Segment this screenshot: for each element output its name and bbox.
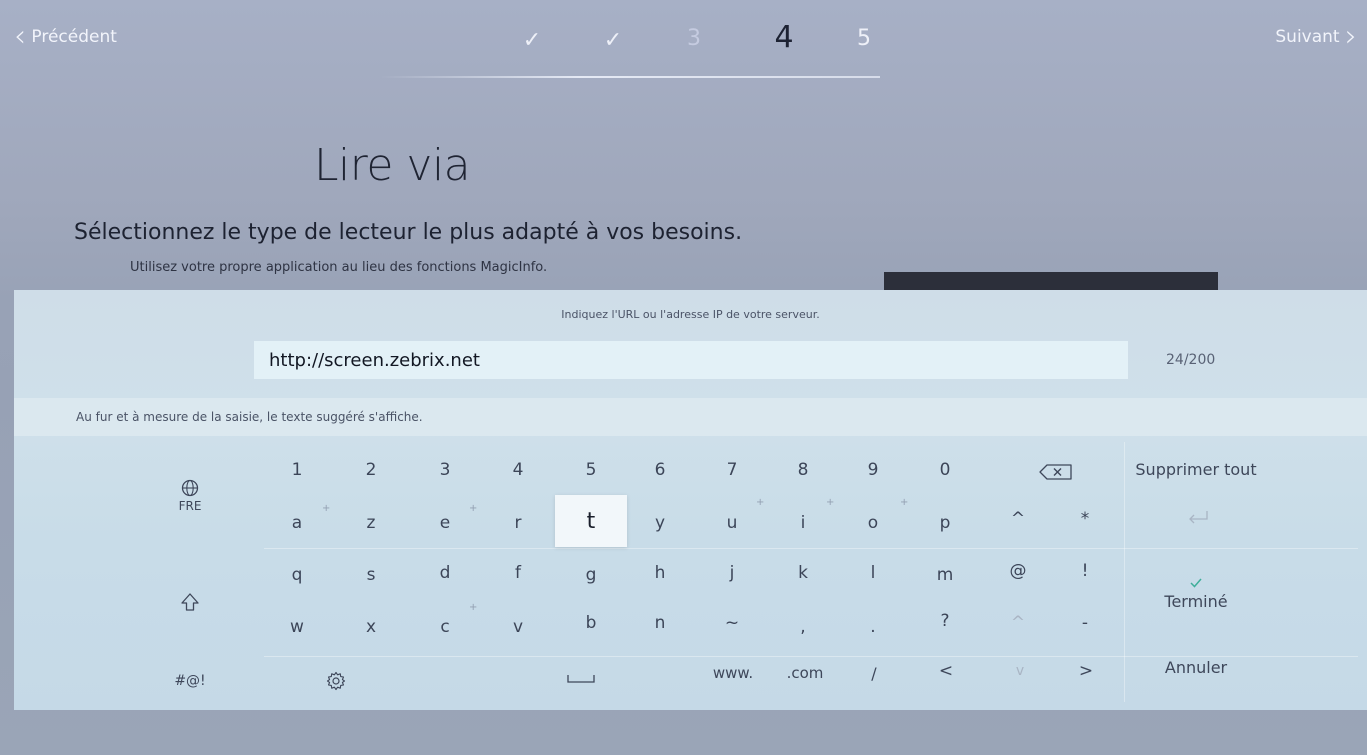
- screen: ‹ Précédent Suivant › ✓ ✓ 3 4 5 Lire via…: [0, 0, 1367, 755]
- accent-marker: +: [469, 503, 478, 514]
- key-at[interactable]: @: [983, 544, 1053, 598]
- key-s[interactable]: s: [336, 548, 406, 602]
- accent-marker: +: [900, 497, 909, 508]
- delete-all-button[interactable]: Supprimer tout: [1128, 454, 1264, 484]
- key-6[interactable]: 6: [625, 443, 695, 497]
- key-caret[interactable]: ^: [983, 492, 1053, 546]
- language-key[interactable]: FRE: [160, 468, 220, 524]
- step-progress-line: [380, 76, 880, 78]
- key-d[interactable]: d: [410, 546, 480, 600]
- key-8[interactable]: 8: [768, 443, 838, 497]
- key-grid-line: [1124, 442, 1125, 702]
- www-key[interactable]: www.: [700, 658, 766, 688]
- key-h[interactable]: h: [625, 546, 695, 600]
- check-icon: [1190, 578, 1202, 588]
- dotcom-key[interactable]: .com: [774, 658, 836, 688]
- key-n[interactable]: n: [625, 596, 695, 650]
- accent-marker: +: [322, 503, 331, 514]
- key-t-selected[interactable]: t: [555, 495, 627, 547]
- step-4-current: 4: [774, 20, 794, 55]
- step-5: 5: [857, 26, 871, 51]
- backspace-icon: [1039, 464, 1072, 480]
- page-subtitle: Utilisez votre propre application au lie…: [130, 260, 548, 275]
- accent-marker: +: [826, 497, 835, 508]
- virtual-keyboard-panel: Indiquez l'URL ou l'adresse IP de votre …: [14, 290, 1367, 710]
- key-0[interactable]: 0: [910, 443, 980, 497]
- previous-label: Précédent: [31, 27, 117, 47]
- key-asterisk[interactable]: *: [1050, 492, 1120, 546]
- key-j[interactable]: j: [697, 546, 767, 600]
- next-label: Suivant: [1275, 27, 1340, 47]
- key-z[interactable]: z: [336, 496, 406, 550]
- key-c[interactable]: c: [410, 600, 480, 654]
- cursor-left-key[interactable]: <: [928, 656, 964, 686]
- key-g[interactable]: g: [556, 548, 626, 602]
- accent-marker: +: [756, 497, 765, 508]
- key-x[interactable]: x: [336, 600, 406, 654]
- step-1-done: ✓: [522, 28, 542, 53]
- key-l[interactable]: l: [838, 546, 908, 600]
- cursor-right-key[interactable]: >: [1068, 656, 1104, 686]
- key-exclamation[interactable]: !: [1050, 544, 1120, 598]
- key-question[interactable]: ?: [910, 594, 980, 648]
- key-minus[interactable]: -: [1050, 596, 1120, 650]
- key-1[interactable]: 1: [262, 443, 332, 497]
- shift-arrow-icon: [181, 593, 199, 611]
- key-period[interactable]: .: [838, 600, 908, 654]
- done-button[interactable]: Terminé: [1144, 566, 1248, 622]
- cancel-button[interactable]: Annuler: [1144, 652, 1248, 682]
- step-2-done: ✓: [603, 28, 623, 53]
- space-key[interactable]: [526, 664, 636, 694]
- key-comma[interactable]: ,: [768, 600, 838, 654]
- settings-key[interactable]: [312, 666, 360, 696]
- step-3: 3: [687, 26, 701, 51]
- symbols-key[interactable]: #@!: [160, 664, 220, 698]
- key-o[interactable]: o: [838, 496, 908, 550]
- server-url-input[interactable]: [254, 341, 1128, 379]
- key-2[interactable]: 2: [336, 443, 406, 497]
- background-panel-edge: [884, 272, 1218, 292]
- language-label: FRE: [178, 499, 202, 513]
- gear-icon: [326, 671, 346, 691]
- key-q[interactable]: q: [262, 548, 332, 602]
- key-p[interactable]: p: [910, 496, 980, 550]
- character-count: 24/200: [1166, 352, 1216, 368]
- key-r[interactable]: r: [483, 496, 553, 550]
- space-bar-icon: [567, 675, 595, 683]
- key-tilde[interactable]: ~: [697, 596, 767, 650]
- page-description: Sélectionnez le type de lecteur le plus …: [74, 220, 743, 245]
- key-3[interactable]: 3: [410, 443, 480, 497]
- key-f[interactable]: f: [483, 546, 553, 600]
- next-button[interactable]: Suivant ›: [1275, 22, 1357, 52]
- shift-key[interactable]: [162, 584, 218, 620]
- previous-button[interactable]: ‹ Précédent: [14, 22, 117, 52]
- key-y[interactable]: y: [625, 496, 695, 550]
- slash-key[interactable]: /: [856, 658, 892, 688]
- globe-icon: [181, 479, 199, 497]
- done-label: Terminé: [1164, 591, 1228, 611]
- enter-arrow-icon: [1189, 511, 1208, 524]
- key-caret-dim[interactable]: ^: [983, 596, 1053, 650]
- key-b[interactable]: b: [556, 596, 626, 650]
- chevron-right-icon: ›: [1345, 19, 1357, 54]
- key-k[interactable]: k: [768, 546, 838, 600]
- input-prompt: Indiquez l'URL ou l'adresse IP de votre …: [561, 308, 820, 321]
- page-title: Lire via: [314, 140, 471, 191]
- key-5[interactable]: 5: [556, 443, 626, 497]
- cursor-down-key[interactable]: v: [1002, 656, 1038, 686]
- key-9[interactable]: 9: [838, 443, 908, 497]
- chevron-left-icon: ‹: [14, 19, 26, 54]
- key-4[interactable]: 4: [483, 443, 553, 497]
- key-7[interactable]: 7: [697, 443, 767, 497]
- key-w[interactable]: w: [262, 600, 332, 654]
- key-v[interactable]: v: [483, 600, 553, 654]
- backspace-key[interactable]: [1026, 455, 1086, 489]
- suggestion-bar: Au fur et à mesure de la saisie, le text…: [14, 398, 1367, 436]
- enter-key[interactable]: [1178, 502, 1218, 532]
- suggestion-hint: Au fur et à mesure de la saisie, le text…: [76, 410, 423, 424]
